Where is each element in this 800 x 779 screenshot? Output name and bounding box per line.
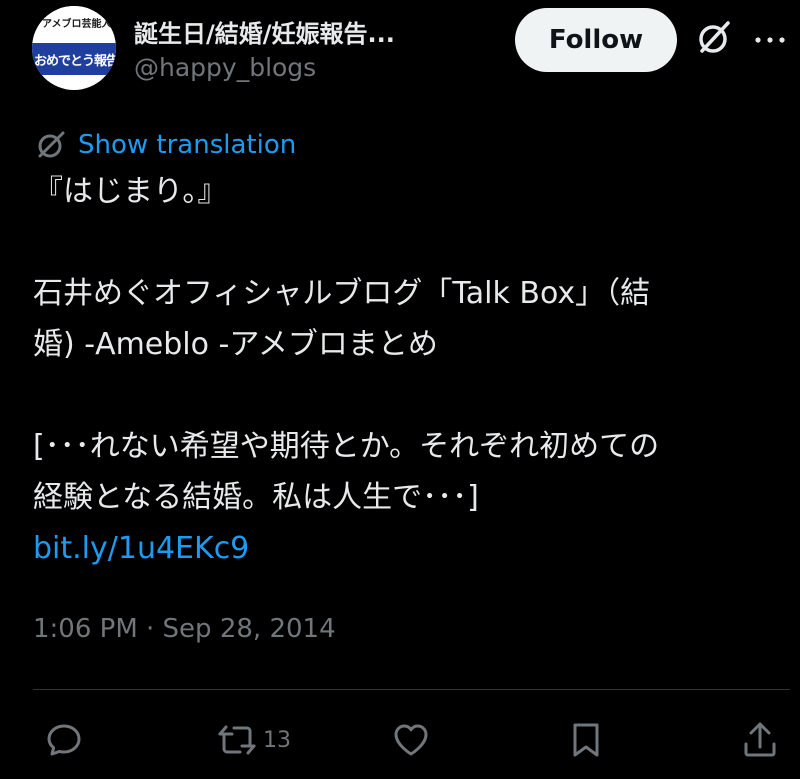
tweet-line xyxy=(33,217,793,268)
heart-icon xyxy=(394,724,428,756)
divider xyxy=(33,689,790,690)
translate-icon xyxy=(38,131,65,158)
user-handle[interactable]: @happy_blogs xyxy=(134,53,316,82)
tweet-header: アメブロ芸能人 おめでとう報告 誕生日/結婚/妊娠報告... @happy_bl… xyxy=(0,0,800,100)
tweet-text: 『はじまり。』 石井めぐオフィシャルブログ「Talk Box」（結 婚) -Am… xyxy=(33,166,793,574)
tweet-line: 経験となる結婚。私は人生で･･･] xyxy=(33,480,479,515)
tweet-line: 石井めぐオフィシャルブログ「Talk Box」（結 xyxy=(33,276,651,311)
tweet-line xyxy=(33,370,793,421)
avatar-band-text: おめでとう報告 xyxy=(34,54,116,69)
like-button[interactable] xyxy=(391,718,431,762)
avatar-top-text: アメブロ芸能人 xyxy=(42,19,112,30)
reply-icon xyxy=(47,724,81,756)
show-translation[interactable]: Show translation xyxy=(34,126,296,164)
grok-icon[interactable] xyxy=(694,18,734,58)
retweet-button[interactable]: 13 xyxy=(217,718,291,762)
tweet-line: [･･･れない希望や期待とか。それぞれ初めての xyxy=(33,429,660,464)
share-icon xyxy=(744,722,776,757)
tweet-line: 婚) -Ameblo -アメブロまとめ xyxy=(33,327,438,362)
show-translation-label[interactable]: Show translation xyxy=(78,130,296,160)
tweet-link[interactable]: bit.ly/1u4EKc9 xyxy=(33,523,793,574)
bookmark-icon xyxy=(573,723,599,757)
share-button[interactable] xyxy=(740,718,780,762)
reply-button[interactable] xyxy=(44,718,84,762)
avatar[interactable]: アメブロ芸能人 おめでとう報告 xyxy=(32,6,116,90)
display-name[interactable]: 誕生日/結婚/妊娠報告... xyxy=(134,14,395,49)
retweet-icon xyxy=(218,725,256,755)
bookmark-button[interactable] xyxy=(566,718,606,762)
more-options-icon[interactable] xyxy=(752,26,788,54)
tweet-timestamp[interactable]: 1:06 PM · Sep 28, 2014 xyxy=(33,614,336,644)
retweet-count: 13 xyxy=(263,727,291,753)
tweet-line: 『はじまり。』 xyxy=(33,174,228,209)
follow-button[interactable]: Follow xyxy=(515,8,677,72)
